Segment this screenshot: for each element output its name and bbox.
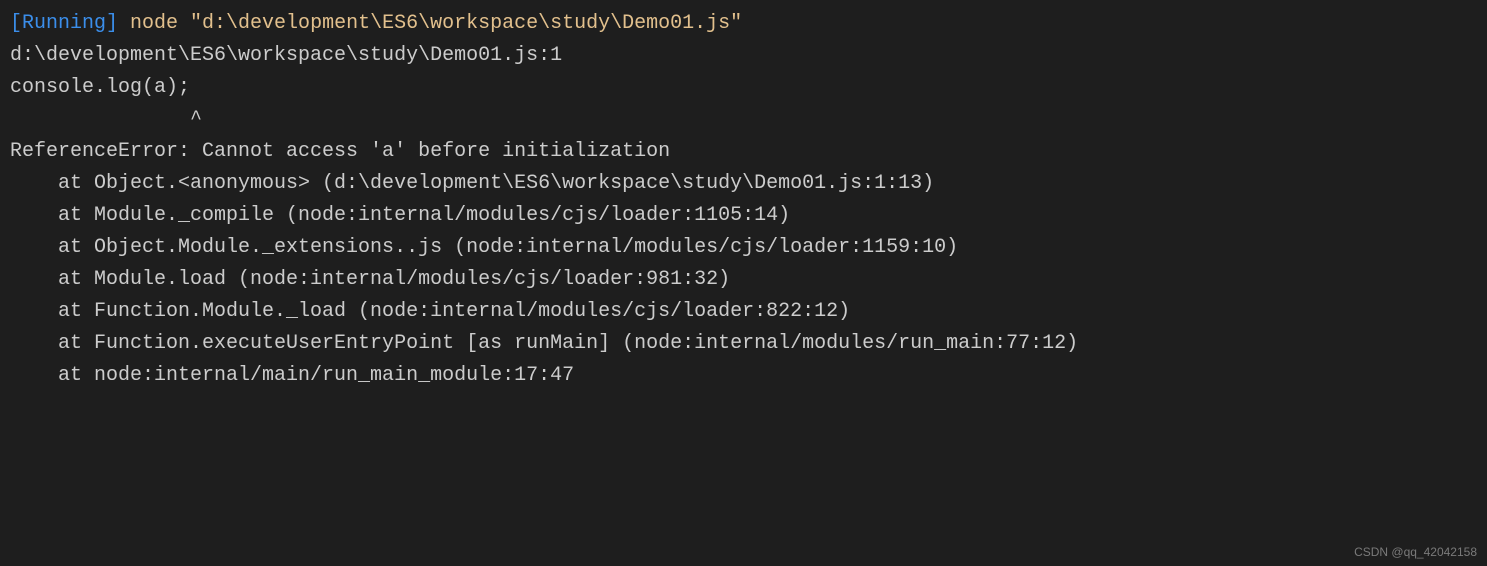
stack-line: at Function.Module._load (node:internal/… bbox=[10, 296, 1477, 328]
watermark: CSDN @qq_42042158 bbox=[1354, 543, 1477, 562]
terminal-output: [Running] node "d:\development\ES6\works… bbox=[10, 8, 1477, 392]
stack-line: at Module.load (node:internal/modules/cj… bbox=[10, 264, 1477, 296]
caret-line: ^ bbox=[10, 104, 1477, 136]
stack-line: at node:internal/main/run_main_module:17… bbox=[10, 360, 1477, 392]
running-line: [Running] node "d:\development\ES6\works… bbox=[10, 8, 1477, 40]
error-message-line: ReferenceError: Cannot access 'a' before… bbox=[10, 136, 1477, 168]
stack-line: at Object.Module._extensions..js (node:i… bbox=[10, 232, 1477, 264]
error-code-line: console.log(a); bbox=[10, 72, 1477, 104]
node-command: node "d:\development\ES6\workspace\study… bbox=[118, 12, 742, 35]
running-tag: [Running] bbox=[10, 12, 118, 35]
error-location-line: d:\development\ES6\workspace\study\Demo0… bbox=[10, 40, 1477, 72]
stack-line: at Object.<anonymous> (d:\development\ES… bbox=[10, 168, 1477, 200]
stack-line: at Function.executeUserEntryPoint [as ru… bbox=[10, 328, 1477, 360]
stack-line: at Module._compile (node:internal/module… bbox=[10, 200, 1477, 232]
